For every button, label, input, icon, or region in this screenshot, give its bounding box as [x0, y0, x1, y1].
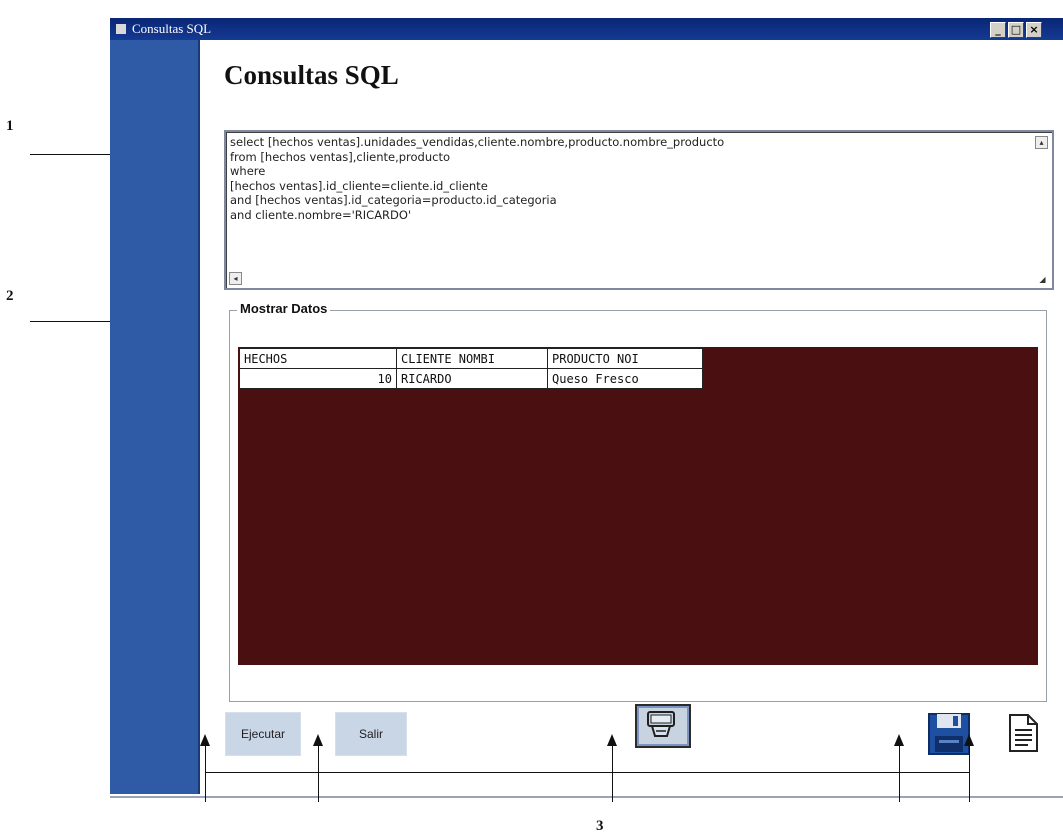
scroll-up-icon[interactable]: ▴	[1035, 136, 1048, 149]
results-table: HECHOS CLIENTE NOMBI PRODUCTO NOI 10 RIC…	[239, 348, 703, 389]
document-button[interactable]	[1004, 712, 1042, 754]
maximize-icon[interactable]: □	[1008, 22, 1024, 38]
annotation-label-1: 1	[6, 118, 14, 134]
sql-query-text[interactable]: select [hechos ventas].unidades_vendidas…	[230, 135, 1020, 222]
sidebar	[110, 40, 200, 794]
annotation-line-3d	[899, 744, 900, 802]
table-row: 10 RICARDO Queso Fresco	[239, 368, 703, 389]
title-bar[interactable]: Consultas SQL _ □ ×	[110, 18, 1063, 40]
annotation-arrow-3d	[894, 734, 904, 746]
table-cell[interactable]: Queso Fresco	[547, 368, 703, 389]
annotation-arrow-3e	[964, 734, 974, 746]
column-header[interactable]: HECHOS	[239, 348, 397, 369]
column-header[interactable]: PRODUCTO NOI	[547, 348, 703, 369]
close-icon[interactable]: ×	[1026, 22, 1042, 38]
annotation-line-3b	[318, 744, 319, 802]
annotation-line-3c	[612, 744, 613, 802]
annotation-baseline-3	[205, 772, 970, 773]
resize-grip-icon[interactable]: ◢	[1037, 274, 1048, 285]
salir-button[interactable]: Salir	[335, 712, 407, 756]
annotation-label-3: 3	[596, 818, 604, 834]
results-grid[interactable]: HECHOS CLIENTE NOMBI PRODUCTO NOI 10 RIC…	[238, 347, 1038, 665]
app-icon	[116, 24, 126, 34]
page-title: Consultas SQL	[224, 60, 399, 90]
annotation-arrow-3c	[607, 734, 617, 746]
scroll-left-icon[interactable]: ◂	[229, 272, 242, 285]
sql-query-input[interactable]: select [hechos ventas].unidades_vendidas…	[224, 130, 1054, 290]
table-cell[interactable]: RICARDO	[396, 368, 548, 389]
printer-icon	[647, 711, 675, 737]
annotation-line-3a	[205, 744, 206, 802]
group-label: Mostrar Datos	[237, 301, 331, 316]
column-header[interactable]: CLIENTE NOMBI	[396, 348, 548, 369]
ejecutar-button[interactable]: Ejecutar	[225, 712, 301, 756]
minimize-icon[interactable]: _	[990, 22, 1006, 38]
table-cell[interactable]: 10	[239, 368, 397, 389]
annotation-arrow-3a	[200, 734, 210, 746]
main-content: Consultas SQL select [hechos ventas].uni…	[200, 40, 1063, 796]
annotation-arrow-3b	[313, 734, 323, 746]
document-icon	[1009, 714, 1038, 752]
consultas-sql-window: Consultas SQL _ □ × Consultas SQL select…	[110, 18, 1063, 798]
print-button[interactable]	[635, 704, 691, 748]
mostrar-datos-group: Mostrar Datos HECHOS CLIENTE NOMBI PRODU…	[229, 301, 1047, 702]
table-header-row: HECHOS CLIENTE NOMBI PRODUCTO NOI	[239, 348, 703, 369]
annotation-label-2: 2	[6, 288, 14, 304]
window-title: Consultas SQL	[132, 21, 212, 36]
annotation-line-3e	[969, 744, 970, 802]
